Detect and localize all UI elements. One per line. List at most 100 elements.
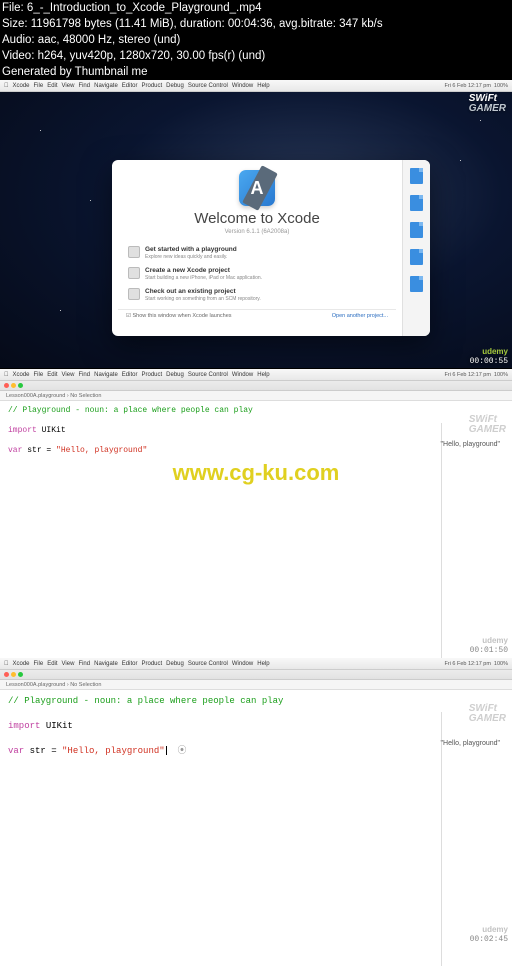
playground-icon	[128, 246, 140, 258]
menu-file[interactable]: File	[34, 83, 44, 89]
jump-bar[interactable]: Lesson000A.playground › No Selection	[0, 391, 512, 401]
menu-product[interactable]: Product	[141, 661, 162, 667]
opt-new-project[interactable]: Create a new Xcode projectStart building…	[120, 264, 394, 284]
menu-file[interactable]: File	[34, 372, 44, 378]
show-checkbox-label[interactable]: ☑ Show this window when Xcode launches	[126, 313, 232, 319]
menu-window[interactable]: Window	[232, 661, 253, 667]
menubar-battery: 100%	[494, 661, 508, 667]
menu-edit[interactable]: Edit	[47, 372, 57, 378]
udemy-watermark: udemy	[482, 347, 508, 356]
import-module: UIKit	[42, 426, 66, 435]
welcome-title: Welcome to Xcode	[118, 210, 396, 227]
apple-icon: 	[4, 661, 9, 667]
code-comment: // Playground - noun: a place where peop…	[8, 406, 253, 415]
menu-debug[interactable]: Debug	[166, 83, 184, 89]
text-cursor	[166, 746, 167, 755]
swiftgamer-logo: SWiFtGAMER	[469, 704, 506, 724]
window-titlebar	[0, 670, 512, 680]
zoom-icon[interactable]	[18, 672, 23, 677]
macos-menubar:  Xcode File Edit View Find Navigate Edi…	[0, 658, 512, 670]
menu-view[interactable]: View	[62, 372, 75, 378]
import-keyword: import	[8, 426, 37, 435]
code-comment: // Playground - noun: a place where peop…	[8, 696, 283, 706]
menu-help[interactable]: Help	[257, 661, 269, 667]
menu-file[interactable]: File	[34, 661, 44, 667]
welcome-version: Version 6.1.1 (6A2008a)	[118, 229, 396, 235]
menu-xcode[interactable]: Xcode	[13, 83, 30, 89]
code-editor[interactable]: // Playground - noun: a place where peop…	[0, 401, 512, 461]
menu-find[interactable]: Find	[78, 661, 90, 667]
menu-view[interactable]: View	[62, 83, 75, 89]
menu-debug[interactable]: Debug	[166, 661, 184, 667]
menu-product[interactable]: Product	[141, 372, 162, 378]
string-literal: "Hello, playground"	[56, 446, 147, 455]
menu-product[interactable]: Product	[141, 83, 162, 89]
timestamp-2: 00:01:50	[470, 646, 508, 655]
menu-navigate[interactable]: Navigate	[94, 661, 118, 667]
menu-help[interactable]: Help	[257, 372, 269, 378]
swiftgamer-logo: SWiFtGAMER	[469, 415, 506, 435]
menu-xcode[interactable]: Xcode	[13, 661, 30, 667]
swiftgamer-logo: SWiFtGAMER	[469, 94, 506, 114]
scm-icon	[128, 288, 140, 300]
udemy-watermark: udemy	[482, 636, 508, 645]
recent-projects-sidebar	[402, 160, 430, 336]
var-name: str =	[30, 746, 57, 756]
menu-help[interactable]: Help	[257, 83, 269, 89]
timestamp-3: 00:02:45	[470, 935, 508, 944]
menu-navigate[interactable]: Navigate	[94, 372, 118, 378]
macos-menubar:  Xcode File Edit View Find Navigate Edi…	[0, 369, 512, 381]
menubar-battery: 100%	[494, 83, 508, 89]
menu-navigate[interactable]: Navigate	[94, 83, 118, 89]
jump-bar[interactable]: Lesson000A.playground › No Selection	[0, 680, 512, 690]
close-icon[interactable]	[4, 672, 9, 677]
menu-editor[interactable]: Editor	[122, 661, 138, 667]
recent-doc-icon[interactable]	[410, 168, 423, 184]
close-icon[interactable]	[4, 383, 9, 388]
apple-icon: 	[4, 83, 9, 89]
menu-view[interactable]: View	[62, 661, 75, 667]
minimize-icon[interactable]	[11, 672, 16, 677]
minimize-icon[interactable]	[11, 383, 16, 388]
project-icon	[128, 267, 140, 279]
file-info-line: File: 6_-_Introduction_to_Xcode_Playgrou…	[0, 0, 512, 16]
menu-editor[interactable]: Editor	[122, 372, 138, 378]
menu-edit[interactable]: Edit	[47, 661, 57, 667]
menubar-time: Fri 6 Feb 12:17 pm	[444, 83, 490, 89]
recent-doc-icon[interactable]	[410, 276, 423, 292]
menu-source-control[interactable]: Source Control	[188, 83, 228, 89]
recent-doc-icon[interactable]	[410, 195, 423, 211]
menu-xcode[interactable]: Xcode	[13, 372, 30, 378]
code-editor[interactable]: // Playground - noun: a place where peop…	[0, 690, 512, 763]
menu-find[interactable]: Find	[78, 83, 90, 89]
timestamp-1: 00:00:55	[470, 357, 508, 366]
results-gutter-divider	[441, 423, 442, 677]
welcome-window: Welcome to Xcode Version 6.1.1 (6A2008a)…	[112, 160, 430, 336]
menubar-battery: 100%	[494, 372, 508, 378]
menu-editor[interactable]: Editor	[122, 83, 138, 89]
menu-source-control[interactable]: Source Control	[188, 661, 228, 667]
string-literal: "Hello, playground"	[62, 746, 165, 756]
recent-doc-icon[interactable]	[410, 249, 423, 265]
opt-checkout[interactable]: Check out an existing projectStart worki…	[120, 285, 394, 305]
menu-find[interactable]: Find	[78, 372, 90, 378]
import-keyword: import	[8, 721, 40, 731]
opt-playground[interactable]: Get started with a playgroundExplore new…	[120, 243, 394, 263]
zoom-icon[interactable]	[18, 383, 23, 388]
recent-doc-icon[interactable]	[410, 222, 423, 238]
xcode-icon	[239, 170, 275, 206]
var-keyword: var	[8, 446, 22, 455]
menu-window[interactable]: Window	[232, 372, 253, 378]
results-gutter-divider	[441, 712, 442, 966]
window-titlebar	[0, 381, 512, 391]
thumbnail-1:  Xcode File Edit View Find Navigate Edi…	[0, 80, 512, 368]
menu-window[interactable]: Window	[232, 83, 253, 89]
import-module: UIKit	[46, 721, 73, 731]
menu-edit[interactable]: Edit	[47, 83, 57, 89]
open-another-link[interactable]: Open another project...	[332, 313, 388, 319]
macos-menubar:  Xcode File Edit View Find Navigate Edi…	[0, 80, 512, 92]
menu-debug[interactable]: Debug	[166, 372, 184, 378]
var-name: str =	[27, 446, 51, 455]
menu-source-control[interactable]: Source Control	[188, 372, 228, 378]
size-info-line: Size: 11961798 bytes (11.41 MiB), durati…	[0, 16, 512, 32]
